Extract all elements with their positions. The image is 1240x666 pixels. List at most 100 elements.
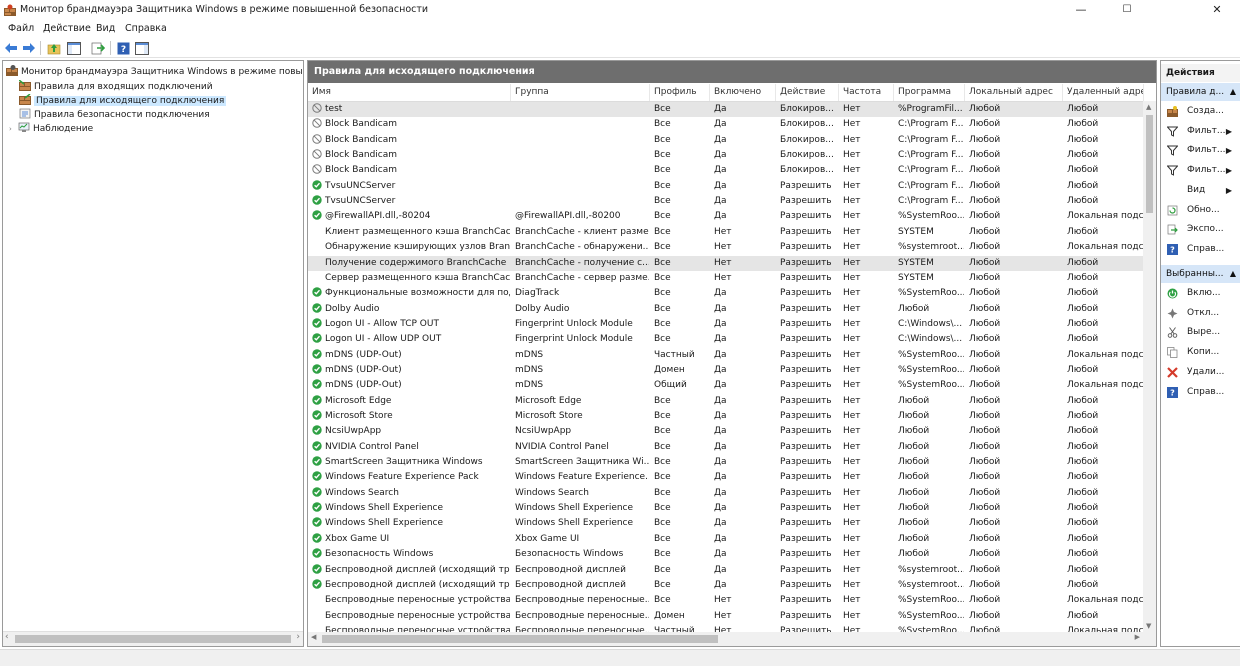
- table-row[interactable]: mDNS (UDP-Out) mDNS Общий Да Разрешить Нет %Sy…: [308, 378, 1144, 393]
- rule-program: %SystemRoo...: [898, 349, 964, 360]
- table-row[interactable]: Беспроводной дисплей (исходящий тра... Бе…: [308, 578, 1144, 593]
- action-item[interactable]: Обно...: [1161, 201, 1240, 220]
- table-row[interactable]: Block Bandicam Все Да Блокиров... Нет C:\Prog…: [308, 117, 1144, 132]
- column-header-profile[interactable]: Профиль: [650, 84, 710, 101]
- expand-chevron-icon[interactable]: ›: [9, 122, 18, 137]
- table-row[interactable]: Безопасность Windows Безопасность Windows…: [308, 547, 1144, 562]
- table-row[interactable]: TvsuUNCServer Все Да Разрешить Нет C:\Program…: [308, 194, 1144, 209]
- table-row[interactable]: mDNS (UDP-Out) mDNS Домен Да Разрешить Нет %Sy…: [308, 363, 1144, 378]
- tree-horizontal-scrollbar[interactable]: ‹ ›: [3, 631, 303, 646]
- action-item[interactable]: ? Справ...: [1161, 240, 1240, 259]
- action-item[interactable]: Фильт... ▶: [1161, 141, 1240, 160]
- action-item[interactable]: Копи...: [1161, 343, 1240, 362]
- actions-section-selected-items[interactable]: Выбранны... ▲: [1161, 265, 1240, 283]
- show-hide-action-pane-icon[interactable]: [134, 40, 150, 56]
- maximize-button[interactable]: ☐: [1104, 0, 1150, 20]
- scrollbar-thumb[interactable]: [15, 635, 291, 643]
- scroll-right-arrow[interactable]: ›: [296, 632, 300, 642]
- column-header-name[interactable]: Имя: [308, 84, 511, 101]
- table-row[interactable]: Беспроводной дисплей (исходящий тра... Бе…: [308, 563, 1144, 578]
- action-item[interactable]: Фильт... ▶: [1161, 161, 1240, 180]
- table-row[interactable]: Block Bandicam Все Да Блокиров... Нет C:\Prog…: [308, 148, 1144, 163]
- table-row[interactable]: Logon UI - Allow UDP OUT Fingerprint Unlo…: [308, 332, 1144, 347]
- rules-horizontal-scrollbar[interactable]: ◀ ▶: [308, 632, 1156, 646]
- table-row[interactable]: SmartScreen Защитника Windows SmartScreen…: [308, 455, 1144, 470]
- close-button[interactable]: ✕: [1194, 0, 1240, 20]
- table-row[interactable]: Беспроводные переносные устройства (... Б…: [308, 624, 1144, 632]
- table-row[interactable]: NVIDIA Control Panel NVIDIA Control Panel…: [308, 440, 1144, 455]
- rule-local-address: Любой: [969, 165, 1001, 176]
- scroll-right-arrow[interactable]: ▶: [1135, 633, 1140, 641]
- action-item[interactable]: Выре...: [1161, 323, 1240, 342]
- column-header-program[interactable]: Программа: [894, 84, 965, 101]
- scroll-left-arrow[interactable]: ◀: [311, 633, 316, 641]
- menu-view[interactable]: Вид: [96, 23, 115, 34]
- column-header-action[interactable]: Действие: [776, 84, 839, 101]
- table-row[interactable]: Windows Search Windows Search Все Да Разреши…: [308, 486, 1144, 501]
- scrollbar-thumb[interactable]: [1146, 115, 1153, 213]
- table-row[interactable]: Block Bandicam Все Да Блокиров... Нет C:\Prog…: [308, 133, 1144, 148]
- action-item[interactable]: Вид ▶: [1161, 181, 1240, 200]
- action-item[interactable]: Откл...: [1161, 304, 1240, 323]
- menu-help[interactable]: Справка: [125, 23, 167, 34]
- table-row[interactable]: mDNS (UDP-Out) mDNS Частный Да Разрешить Нет%…: [308, 348, 1144, 363]
- export-list-icon[interactable]: [90, 40, 106, 56]
- action-item[interactable]: Вклю...: [1161, 284, 1240, 303]
- table-row[interactable]: Клиент размещенного кэша BranchCach... Br…: [308, 225, 1144, 240]
- scrollbar-thumb[interactable]: [322, 635, 718, 643]
- tree-item-monitoring[interactable]: › Наблюдение: [9, 122, 93, 137]
- table-row[interactable]: Windows Shell Experience Windows Shell Ex…: [308, 501, 1144, 516]
- collapse-arrow-icon[interactable]: ▲: [1230, 83, 1236, 101]
- help-icon[interactable]: ?: [115, 40, 131, 56]
- minimize-button[interactable]: —: [1058, 0, 1104, 20]
- rule-profile: Все: [654, 441, 671, 452]
- collapse-arrow-icon[interactable]: ▲: [1230, 265, 1236, 283]
- table-row[interactable]: NcsiUwpApp NcsiUwpApp Все Да Разрешить Нет Люб…: [308, 424, 1144, 439]
- scroll-up-arrow[interactable]: ▲: [1146, 103, 1151, 111]
- tree-item-outbound-rules[interactable]: Правила для исходящего подключения: [19, 94, 227, 109]
- action-item[interactable]: Фильт... ▶: [1161, 122, 1240, 141]
- action-item[interactable]: ? Справ...: [1161, 383, 1240, 402]
- scroll-down-arrow[interactable]: ▼: [1146, 622, 1151, 630]
- table-row[interactable]: Беспроводные переносные устройства (... Б…: [308, 593, 1144, 608]
- table-row[interactable]: Logon UI - Allow TCP OUT Fingerprint Unlo…: [308, 317, 1144, 332]
- up-folder-icon[interactable]: [46, 40, 62, 56]
- forward-arrow-icon[interactable]: [21, 40, 37, 56]
- menu-action[interactable]: Действие: [43, 23, 91, 34]
- show-hide-console-tree-icon[interactable]: [66, 40, 82, 56]
- refresh-icon: [1167, 205, 1178, 215]
- actions-section-outbound-rules[interactable]: Правила д... ▲: [1161, 83, 1240, 101]
- scroll-left-arrow[interactable]: ‹: [5, 632, 9, 642]
- tree-root[interactable]: Монитор брандмауэра Защитника Windows в …: [6, 65, 303, 80]
- column-header-override[interactable]: Частота: [839, 84, 894, 101]
- table-row[interactable]: Беспроводные переносные устройства (... Б…: [308, 609, 1144, 624]
- rules-vertical-scrollbar[interactable]: ▲ ▼: [1143, 101, 1156, 632]
- column-header-local-address[interactable]: Локальный адрес: [965, 84, 1063, 101]
- action-item[interactable]: Созда...: [1161, 102, 1240, 121]
- table-row[interactable]: @FirewallAPI.dll,-80204 @FirewallAPI.dll,…: [308, 209, 1144, 224]
- rule-remote-address: Любой: [1067, 411, 1099, 421]
- table-row[interactable]: test Все Да Блокиров... Нет %ProgramFil... Люб…: [308, 102, 1144, 117]
- action-item[interactable]: Экспо...: [1161, 220, 1240, 239]
- tree-item-connection-security-rules[interactable]: Правила безопасности подключения: [19, 108, 210, 123]
- table-row[interactable]: Windows Shell Experience Windows Shell Ex…: [308, 516, 1144, 531]
- action-item[interactable]: Удали...: [1161, 363, 1240, 382]
- column-header-remote-address[interactable]: Удаленный адрес: [1063, 84, 1144, 101]
- table-row[interactable]: Сервер размещенного кэша BranchCach... Br…: [308, 271, 1144, 286]
- table-row[interactable]: Block Bandicam Все Да Блокиров... Нет C:\Prog…: [308, 163, 1144, 178]
- tree-item-inbound-rules[interactable]: Правила для входящих подключений: [19, 80, 213, 95]
- table-row[interactable]: Windows Feature Experience Pack Windows F…: [308, 470, 1144, 485]
- column-header-group[interactable]: Группа: [511, 84, 650, 101]
- table-row[interactable]: Microsoft Edge Microsoft Edge Все Да Разреши…: [308, 394, 1144, 409]
- table-row[interactable]: Получение содержимого BranchCache (... Br…: [308, 255, 1144, 271]
- table-row[interactable]: Обнаружение кэширующих узлов Branc... Bra…: [308, 240, 1144, 255]
- table-row[interactable]: Dolby Audio Dolby Audio Все Да Разрешить Нет Л…: [308, 302, 1144, 317]
- rule-name: Клиент размещенного кэша BranchCach...: [312, 225, 510, 240]
- menu-file[interactable]: Файл: [8, 23, 34, 34]
- table-row[interactable]: Функциональные возможности для под... Dia…: [308, 286, 1144, 301]
- column-header-enabled[interactable]: Включено: [710, 84, 776, 101]
- table-row[interactable]: TvsuUNCServer Все Да Разрешить Нет C:\Program…: [308, 179, 1144, 194]
- back-arrow-icon[interactable]: [3, 40, 19, 56]
- table-row[interactable]: Microsoft Store Microsoft Store Все Да Разре…: [308, 409, 1144, 424]
- table-row[interactable]: Xbox Game UI Xbox Game UI Все Да Разрешить Не…: [308, 532, 1144, 547]
